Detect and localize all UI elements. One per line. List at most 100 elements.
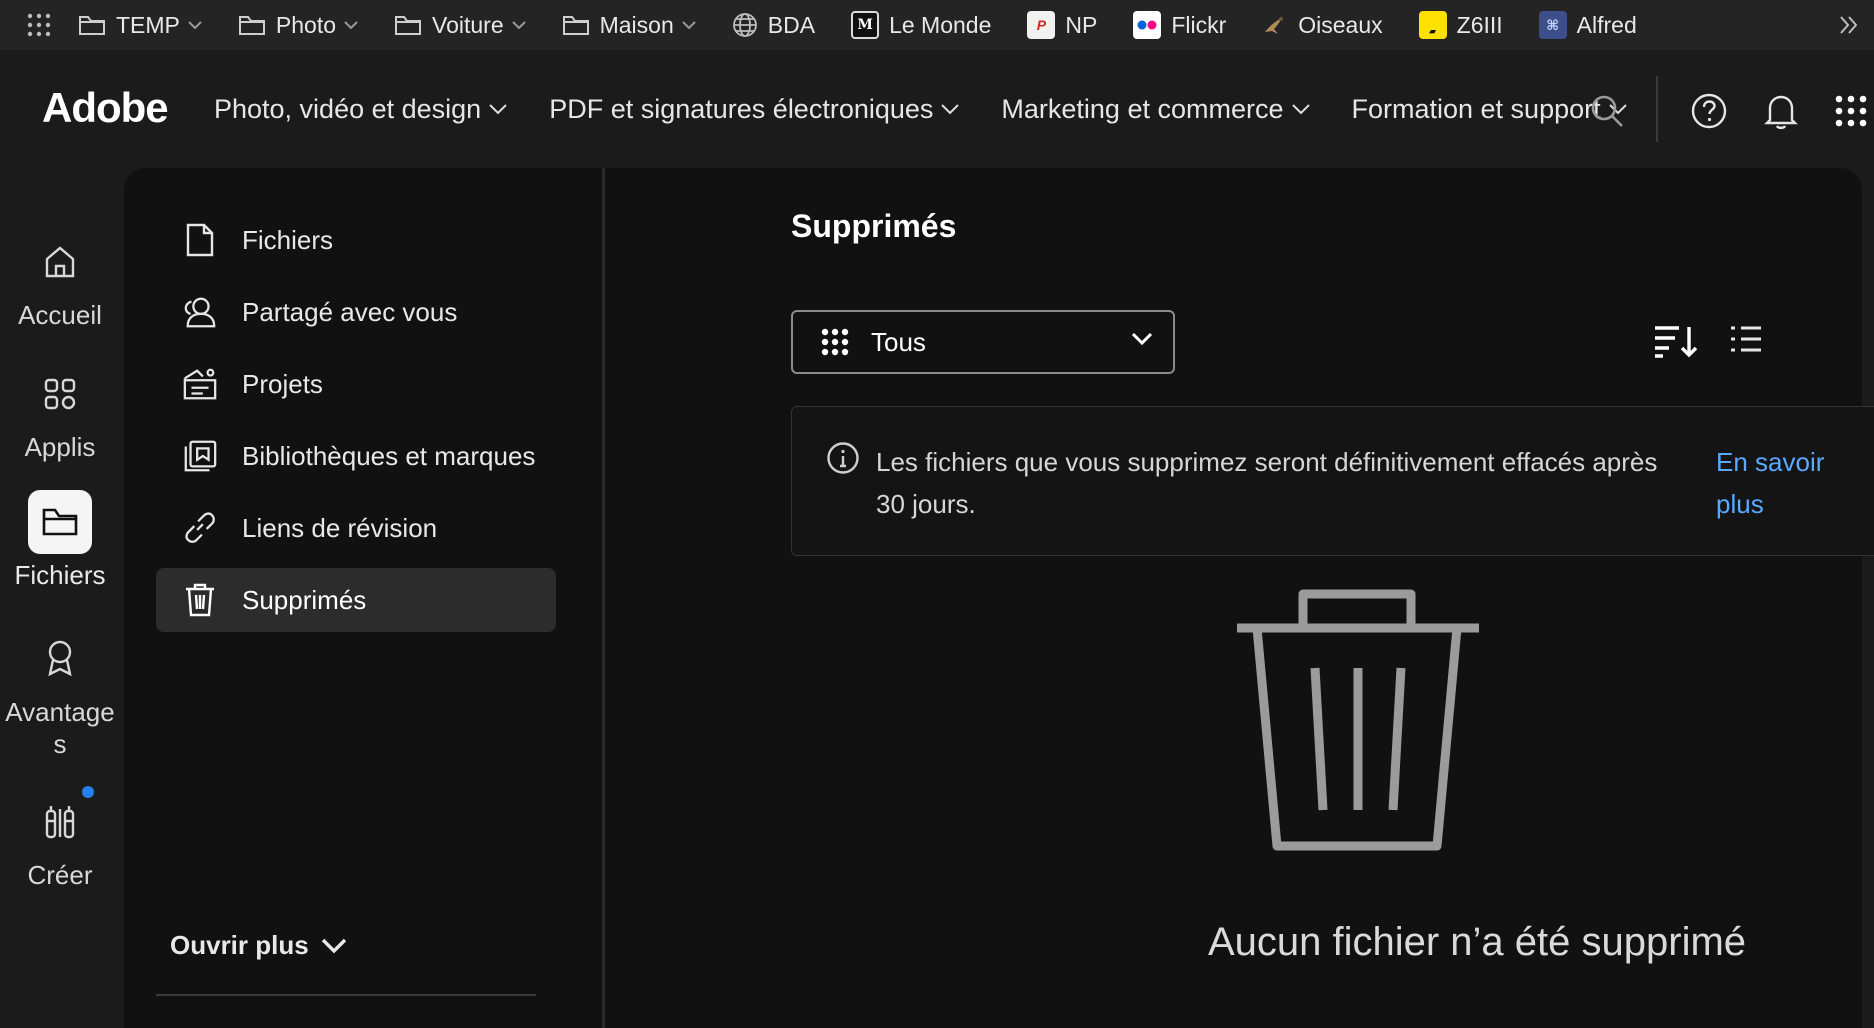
rail-item-applis[interactable]: Applis	[0, 362, 120, 463]
apps-icon	[28, 362, 92, 426]
np-favicon: P	[1027, 11, 1056, 39]
bookmark-temp[interactable]: TEMP	[78, 12, 202, 39]
more-bookmarks-icon[interactable]	[1838, 14, 1860, 36]
chevron-down-icon	[1291, 104, 1310, 115]
rail-item-accueil[interactable]: Accueil	[0, 230, 120, 331]
bookmark-label: Z6III	[1456, 11, 1503, 38]
subnav-item-label: Liens de révision	[242, 512, 438, 543]
bookmarks-bar: TEMP Photo Voiture Maison BDA M Le Monde	[0, 0, 1874, 50]
global-header: Adobe Photo, vidéo et design PDF et sign…	[0, 50, 1874, 168]
nav-formation-support[interactable]: Formation et support	[1352, 94, 1627, 125]
help-icon[interactable]	[1690, 92, 1728, 130]
search-icon[interactable]	[1590, 94, 1624, 128]
global-nav-menu: Photo, vidéo et design PDF et signatures…	[214, 94, 1669, 125]
chevron-down-icon	[1131, 332, 1153, 346]
subnav-item-bibliotheques[interactable]: Bibliothèques et marques	[156, 424, 556, 488]
bird-favicon	[1262, 12, 1288, 38]
bookmark-voiture[interactable]: Voiture	[394, 12, 526, 39]
subnav-item-supprimes[interactable]: Supprimés	[156, 568, 556, 632]
nikon-favicon: ▰	[1418, 11, 1447, 39]
bookmark-flickr[interactable]: Flickr	[1133, 11, 1226, 39]
bell-icon[interactable]	[1764, 92, 1798, 130]
bookmark-bda[interactable]: BDA	[732, 12, 815, 39]
nav-marketing-commerce[interactable]: Marketing et commerce	[1001, 94, 1310, 125]
nav-pdf-signatures[interactable]: PDF et signatures électroniques	[549, 94, 960, 125]
bookmark-np[interactable]: P NP	[1027, 11, 1097, 39]
flickr-favicon	[1133, 11, 1162, 39]
empty-trash-icon	[1233, 588, 1483, 852]
chevron-down-icon	[321, 938, 347, 954]
nav-item-label: Formation et support	[1351, 94, 1601, 124]
bookmark-label: Photo	[275, 11, 336, 38]
rail-item-fichiers[interactable]: Fichiers	[0, 490, 120, 591]
file-type-filter[interactable]: Tous	[791, 310, 1175, 374]
file-icon	[182, 222, 218, 258]
adobe-logo[interactable]: Adobe	[42, 84, 169, 132]
subnav-divider	[156, 994, 536, 996]
header-divider	[1656, 76, 1658, 142]
shared-users-icon	[182, 295, 218, 329]
left-rail: Accueil Applis Fichiers Avantage s Créer	[0, 168, 124, 1028]
rail-item-creer[interactable]: Créer	[0, 786, 120, 891]
bookmark-photo[interactable]: Photo	[238, 12, 358, 39]
rail-item-label: Accueil	[18, 300, 102, 330]
rail-item-avantages[interactable]: Avantage s	[0, 626, 120, 760]
bookmark-oiseaux[interactable]: Oiseaux	[1262, 11, 1383, 39]
le-monde-favicon: M	[851, 11, 880, 39]
sort-icon[interactable]	[1653, 324, 1699, 358]
subnav-item-liens-revision[interactable]: Liens de révision	[156, 496, 556, 560]
filter-value: Tous	[871, 326, 926, 357]
nav-photo-video-design[interactable]: Photo, vidéo et design	[214, 94, 507, 125]
files-subnav: Fichiers Partagé avec vous Projets Bibli…	[124, 168, 602, 1028]
bookmark-label: TEMP	[116, 11, 180, 38]
globe-icon	[732, 12, 758, 38]
folder-icon	[238, 13, 266, 37]
subnav-item-label: Supprimés	[242, 584, 367, 615]
bookmark-label: Maison	[599, 11, 674, 38]
deleted-files-main: Supprimés Tous Les fichiers que vous sup…	[605, 168, 1874, 1028]
nav-item-label: Marketing et commerce	[1001, 94, 1284, 124]
apps-grid-icon[interactable]	[26, 12, 52, 38]
rail-item-label: Fichiers	[14, 560, 106, 590]
subnav-item-fichiers[interactable]: Fichiers	[156, 208, 556, 272]
subnav-item-projets[interactable]: Projets	[156, 352, 556, 416]
folder-icon	[28, 490, 92, 554]
content-panel: Fichiers Partagé avec vous Projets Bibli…	[124, 168, 1874, 1028]
folder-icon	[78, 13, 106, 37]
notification-badge	[82, 786, 94, 798]
chevron-down-icon	[344, 20, 358, 30]
rail-item-label: Créer	[27, 860, 93, 890]
open-more-button[interactable]: Ouvrir plus	[170, 930, 347, 961]
info-icon	[826, 441, 860, 475]
trash-icon	[182, 582, 218, 618]
chevron-down-icon	[489, 104, 507, 115]
folder-icon	[394, 13, 422, 37]
rail-item-label: Avantage s	[5, 697, 115, 759]
award-icon	[28, 626, 92, 690]
notice-text: Les fichiers que vous supprimez seront d…	[876, 447, 1658, 519]
page-title: Supprimés	[791, 208, 957, 244]
bookmark-label: Oiseaux	[1298, 11, 1383, 38]
chevron-down-icon	[682, 20, 696, 30]
bookmark-maison[interactable]: Maison	[562, 12, 696, 39]
alfred-favicon: ⌘	[1538, 11, 1567, 39]
learn-more-link[interactable]: En savoir plus	[1716, 441, 1846, 525]
bookmark-label: Flickr	[1171, 11, 1227, 38]
link-icon	[182, 510, 218, 546]
bookmark-label: NP	[1065, 11, 1098, 38]
create-icon	[28, 790, 92, 854]
folder-icon	[562, 13, 590, 37]
bookmark-z6iii[interactable]: ▰ Z6III	[1418, 11, 1503, 39]
subnav-item-label: Partagé avec vous	[242, 296, 458, 327]
open-more-label: Ouvrir plus	[170, 930, 309, 960]
list-view-icon[interactable]	[1729, 324, 1763, 354]
app-switcher-icon[interactable]	[1834, 94, 1868, 128]
nav-item-label: PDF et signatures électroniques	[549, 94, 934, 124]
bookmark-alfred[interactable]: ⌘ Alfred	[1538, 11, 1637, 39]
chevron-down-icon	[511, 20, 526, 30]
empty-state-message: Aucun fichier n’a été supprimé	[1207, 920, 1747, 964]
bookmark-le-monde[interactable]: M Le Monde	[851, 11, 991, 39]
libraries-icon	[182, 438, 218, 474]
projects-icon	[182, 366, 218, 402]
subnav-item-partage[interactable]: Partagé avec vous	[156, 280, 556, 344]
